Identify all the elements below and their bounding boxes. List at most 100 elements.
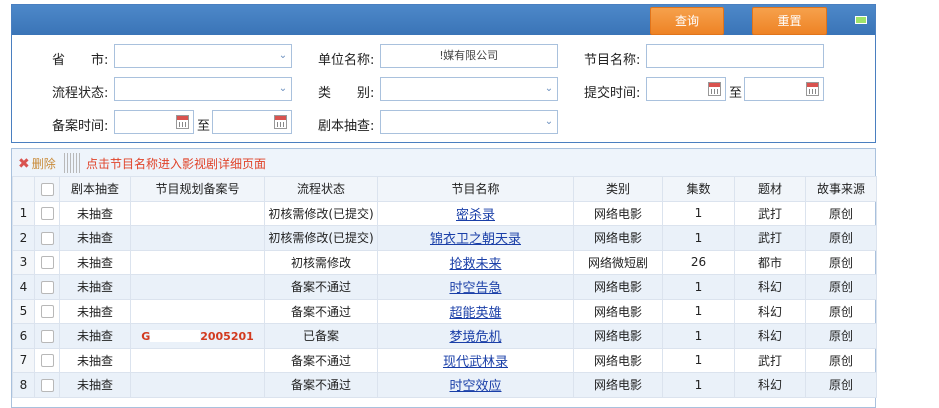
story-source-cell: 原创 bbox=[805, 298, 877, 324]
row-checkbox-cell[interactable] bbox=[34, 249, 60, 275]
calendar-icon[interactable] bbox=[806, 82, 819, 96]
program-name-input[interactable] bbox=[646, 44, 824, 68]
collapse-panel-icon[interactable] bbox=[855, 16, 867, 24]
program-name-cell: 密杀录 bbox=[377, 200, 574, 226]
search-panel: 查询 重置 省 市: ⌄ 单位名称: ǃ媒有限公司 节目名称: 流程状态: ⌄ … bbox=[11, 4, 876, 143]
row-checkbox[interactable] bbox=[40, 305, 54, 319]
column-header: 故事来源 bbox=[805, 176, 877, 202]
program-name-link[interactable]: 抢救未来 bbox=[449, 257, 501, 272]
record-time-label: 备案时间: bbox=[52, 119, 109, 134]
theme-cell: 科幻 bbox=[734, 323, 806, 349]
column-header: 流程状态 bbox=[264, 176, 378, 202]
process-status-cell: 初核需修改 bbox=[264, 249, 378, 275]
category-cell: 网络电影 bbox=[573, 372, 663, 398]
theme-cell: 科幻 bbox=[734, 372, 806, 398]
delete-label: 删除 bbox=[31, 157, 56, 171]
table-header-row: 剧本抽查 节目规划备案号 流程状态 节目名称 类别 集数 题材 故事来源 bbox=[12, 176, 877, 202]
program-name-link[interactable]: 现代武林录 bbox=[443, 355, 508, 370]
submit-time-to-label: 至 bbox=[729, 86, 743, 101]
submit-time-from-input[interactable] bbox=[646, 77, 726, 101]
category-cell: 网络微短剧 bbox=[573, 249, 663, 275]
grid-toolbar: ✖ 删除 点击节目名称进入影视剧详细页面 bbox=[12, 149, 875, 177]
program-name-link[interactable]: 梦境危机 bbox=[449, 330, 501, 345]
episodes-cell: 1 bbox=[662, 372, 735, 398]
script-check-cell: 未抽查 bbox=[59, 372, 131, 398]
select-all-checkbox-cell[interactable] bbox=[34, 176, 60, 202]
process-status-select[interactable]: ⌄ bbox=[114, 77, 292, 101]
unit-name-label: 单位名称: bbox=[318, 53, 375, 68]
row-checkbox[interactable] bbox=[40, 280, 54, 294]
row-checkbox[interactable] bbox=[40, 378, 54, 392]
script-check-cell: 未抽查 bbox=[59, 274, 131, 300]
row-checkbox[interactable] bbox=[40, 231, 54, 245]
script-check-select[interactable]: ⌄ bbox=[380, 110, 558, 134]
table-row[interactable]: 7 未抽查 备案不通过 现代武林录 网络电影 1 武打 原创 bbox=[12, 347, 877, 373]
process-status-cell: 初核需修改(已提交) bbox=[264, 200, 378, 226]
calendar-icon[interactable] bbox=[274, 115, 287, 129]
record-time-from-input[interactable] bbox=[114, 110, 194, 134]
province-label: 省 市: bbox=[52, 53, 109, 68]
redacted-block bbox=[150, 330, 201, 343]
row-checkbox-cell[interactable] bbox=[34, 347, 60, 373]
submit-time-to-input[interactable] bbox=[744, 77, 824, 101]
row-number: 8 bbox=[12, 372, 35, 398]
program-name-cell: 超能英雄 bbox=[377, 298, 574, 324]
category-select[interactable]: ⌄ bbox=[380, 77, 558, 101]
theme-cell: 武打 bbox=[734, 225, 806, 251]
delete-button[interactable]: ✖ 删除 bbox=[18, 155, 56, 172]
row-checkbox-cell[interactable] bbox=[34, 372, 60, 398]
program-name-link[interactable]: 密杀录 bbox=[456, 208, 495, 223]
column-header: 集数 bbox=[662, 176, 735, 202]
category-cell: 网络电影 bbox=[573, 347, 663, 373]
row-checkbox-cell[interactable] bbox=[34, 274, 60, 300]
unit-name-input[interactable]: ǃ媒有限公司 bbox=[380, 44, 558, 68]
category-cell: 网络电影 bbox=[573, 225, 663, 251]
program-name-link[interactable]: 时空效应 bbox=[449, 379, 501, 394]
table-row[interactable]: 8 未抽查 备案不通过 时空效应 网络电影 1 科幻 原创 bbox=[12, 372, 877, 398]
table-row[interactable]: 5 未抽查 备案不通过 超能英雄 网络电影 1 科幻 原创 bbox=[12, 298, 877, 324]
record-number-cell bbox=[130, 274, 265, 300]
row-checkbox-cell[interactable] bbox=[34, 323, 60, 349]
record-time-to-input[interactable] bbox=[212, 110, 292, 134]
province-select[interactable]: ⌄ bbox=[114, 44, 292, 68]
program-name-label: 节目名称: bbox=[584, 53, 641, 68]
story-source-cell: 原创 bbox=[805, 347, 877, 373]
record-number-prefix: G bbox=[141, 329, 151, 343]
row-checkbox[interactable] bbox=[40, 329, 54, 343]
table-row[interactable]: 1 未抽查 初核需修改(已提交) 密杀录 网络电影 1 武打 原创 bbox=[12, 200, 877, 226]
row-checkbox-cell[interactable] bbox=[34, 200, 60, 226]
program-name-link[interactable]: 锦衣卫之朝天录 bbox=[430, 232, 521, 247]
table-row[interactable]: 6 未抽查 G 2005201 已备案 梦境危机 网络电影 1 科幻 原创 bbox=[12, 323, 877, 349]
table-row[interactable]: 4 未抽查 备案不通过 时空告急 网络电影 1 科幻 原创 bbox=[12, 274, 877, 300]
row-number: 4 bbox=[12, 274, 35, 300]
episodes-cell: 1 bbox=[662, 298, 735, 324]
calendar-icon[interactable] bbox=[176, 115, 189, 129]
category-cell: 网络电影 bbox=[573, 298, 663, 324]
reset-button[interactable]: 重置 bbox=[752, 7, 827, 35]
data-grid: ✖ 删除 点击节目名称进入影视剧详细页面 剧本抽查 节目规划备案号 流程状态 节目… bbox=[11, 148, 877, 408]
row-number: 3 bbox=[12, 249, 35, 275]
program-name-link[interactable]: 时空告急 bbox=[449, 281, 501, 296]
script-check-cell: 未抽查 bbox=[59, 200, 131, 226]
episodes-cell: 1 bbox=[662, 274, 735, 300]
row-checkbox[interactable] bbox=[40, 207, 54, 221]
theme-cell: 科幻 bbox=[734, 274, 806, 300]
table-row[interactable]: 3 未抽查 初核需修改 抢救未来 网络微短剧 26 都市 原创 bbox=[12, 249, 877, 275]
table-row[interactable]: 2 未抽查 初核需修改(已提交) 锦衣卫之朝天录 网络电影 1 武打 原创 bbox=[12, 225, 877, 251]
program-name-link[interactable]: 超能英雄 bbox=[449, 306, 501, 321]
program-name-cell: 时空告急 bbox=[377, 274, 574, 300]
program-name-cell: 锦衣卫之朝天录 bbox=[377, 225, 574, 251]
process-status-cell: 备案不通过 bbox=[264, 347, 378, 373]
row-checkbox[interactable] bbox=[40, 256, 54, 270]
process-status-cell: 已备案 bbox=[264, 323, 378, 349]
select-all-checkbox[interactable] bbox=[40, 182, 54, 196]
row-checkbox[interactable] bbox=[40, 354, 54, 368]
row-number: 5 bbox=[12, 298, 35, 324]
episodes-cell: 1 bbox=[662, 347, 735, 373]
row-checkbox-cell[interactable] bbox=[34, 298, 60, 324]
row-checkbox-cell[interactable] bbox=[34, 225, 60, 251]
column-header: 节目规划备案号 bbox=[130, 176, 265, 202]
query-button[interactable]: 查询 bbox=[650, 7, 724, 35]
calendar-icon[interactable] bbox=[708, 82, 721, 96]
theme-cell: 武打 bbox=[734, 347, 806, 373]
